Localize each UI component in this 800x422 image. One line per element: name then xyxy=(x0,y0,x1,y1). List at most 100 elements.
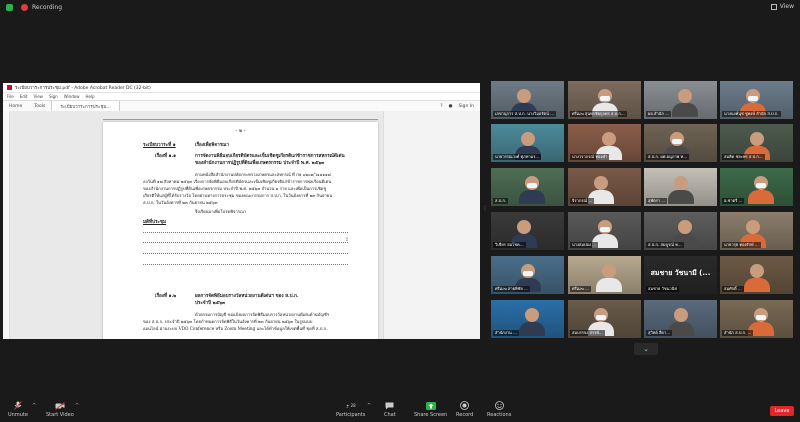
participant-tile[interactable]: นางสมปอง ... xyxy=(568,212,641,250)
participants-caret-icon[interactable]: ^ xyxy=(367,403,371,409)
participant-body xyxy=(748,190,774,204)
menu-view[interactable]: View xyxy=(33,94,43,99)
participant-head xyxy=(678,89,692,103)
gallery-scroll-down-button[interactable]: ⌄ xyxy=(634,343,658,355)
menu-window[interactable]: Window xyxy=(64,94,80,99)
acrobat-menubar: File Edit View Sign Window Help xyxy=(3,93,480,100)
participant-tile[interactable]: ส.ป.ก. สมบูรณ์ ท... xyxy=(644,212,717,250)
participant-head xyxy=(525,308,539,322)
chat-button[interactable]: Chat xyxy=(384,401,396,418)
participant-tile[interactable]: ส.ป.ก. xyxy=(491,168,564,206)
participant-tile[interactable]: ศรีเมฆ สายพิชัย ... xyxy=(491,256,564,294)
participant-head xyxy=(674,176,688,190)
smiley-icon xyxy=(494,401,504,410)
item-1-2: เรื่องที่ ๑.๒ xyxy=(155,294,177,299)
participant-tile[interactable]: อ.ชาตรี ... xyxy=(720,168,793,206)
participant-name-label: สมชาย วัชนวนิช xyxy=(646,286,680,292)
para-2b: ของ ส.ป.ก. ประจำปี ๒๕๖๓ โดยกำหนดการจัดพิ… xyxy=(143,319,313,324)
dotted-line-3 xyxy=(143,253,348,254)
dotted-line-2 xyxy=(143,242,348,243)
start-video-button[interactable]: Start Video xyxy=(46,401,74,418)
participant-name-label: ศรีเมฆ ... xyxy=(570,286,591,292)
participant-name-label: อ.ชาตรี ... xyxy=(722,198,745,204)
left-tool-pane xyxy=(3,111,10,339)
menu-edit[interactable]: Edit xyxy=(20,94,28,99)
participant-tile[interactable]: จิราภรณ์ ... xyxy=(568,168,641,206)
menu-help[interactable]: Help xyxy=(85,94,94,99)
para-1d: เกียรติให้แก่ผู้ที่ได้รับรางวัล โดยผ่านท… xyxy=(143,193,333,198)
participant-tile[interactable]: นางนงค์นุช ชูพงษ์ สำนัก ส.ป.ก. xyxy=(720,81,793,119)
participant-name-label: ศรีเมฆ สายพิชัย ... xyxy=(493,286,530,292)
view-label: View xyxy=(779,3,794,10)
participant-tile[interactable]: นางวราภรณ์ ทองคำ xyxy=(568,124,641,162)
participant-tile[interactable]: ส.ป.ก. ผศ.อนุภาพ ท... xyxy=(644,124,717,162)
participant-tile[interactable]: สมคิด ชยะพร ส.ป.ก... xyxy=(720,124,793,162)
participant-name-label: ส.ป.ก. ผศ.อนุภาพ ท... xyxy=(646,154,690,160)
menu-sign[interactable]: Sign xyxy=(49,94,58,99)
face-mask xyxy=(523,271,533,276)
face-mask xyxy=(756,315,766,320)
collapse-gallery-handle[interactable]: ⋮ xyxy=(482,205,488,212)
participant-tile[interactable]: วิเชียร สมโชค... xyxy=(491,212,564,250)
share-screen-button[interactable]: Share Screen xyxy=(414,401,447,418)
participant-name-label: จิราภรณ์ ... xyxy=(570,198,595,204)
participant-count: 28 xyxy=(350,403,356,408)
participant-name-label: นางวราภรณ์ ทองคำ xyxy=(570,154,610,160)
shield-icon[interactable] xyxy=(6,3,13,11)
signin-button[interactable]: Sign In xyxy=(459,104,474,109)
share-screen-icon xyxy=(425,401,436,410)
participant-tile[interactable]: นายวรุธ ทองรักษ์ ... xyxy=(720,212,793,250)
participant-head xyxy=(750,132,764,146)
tab-document[interactable]: ระเบียบวาระการประชุม... xyxy=(51,101,120,111)
face-mask xyxy=(596,315,606,320)
menu-file[interactable]: File xyxy=(7,94,14,99)
participant-tile[interactable]: สมชาย วัชนามี (... สมชาย วัชนวนิช xyxy=(644,256,717,294)
face-mask xyxy=(527,183,537,188)
right-tool-pane xyxy=(383,111,480,339)
participant-tile[interactable]: สุพัตรา ... xyxy=(644,168,717,206)
participant-name-label: นายวรุธ ทองรักษ์ ... xyxy=(722,242,761,248)
recording-label: Recording xyxy=(32,3,63,11)
face-mask xyxy=(756,183,766,188)
unmute-button[interactable]: Unmute xyxy=(8,401,28,418)
participant-tile[interactable]: สำนัก ส.ป.ก. ... xyxy=(720,300,793,338)
bell-icon[interactable]: ● xyxy=(449,104,453,109)
participant-tile[interactable]: สมบรรจง สรรพ์... xyxy=(568,300,641,338)
agenda-1-topic: เรื่องเพื่อพิจารณา xyxy=(195,143,230,148)
tab-home[interactable]: Home xyxy=(3,104,28,109)
unmute-label: Unmute xyxy=(8,412,28,418)
participant-name-label: สมคิด ชยะพร ส.ป.ก... xyxy=(722,154,765,160)
record-button[interactable]: Record xyxy=(456,401,473,418)
participant-tile[interactable]: สุวิทย์ สีดา... xyxy=(644,300,717,338)
tab-tools[interactable]: Tools xyxy=(28,104,51,109)
para-1c: ของสำนักงานการปฏิรูปที่ดินเพื่อเกษตรกรรม… xyxy=(143,186,327,191)
acrobat-viewer: - ๒ - ระเบียบวาระที่ ๑ เรื่องเพื่อพิจารณ… xyxy=(3,111,480,339)
participant-head xyxy=(521,132,535,146)
leave-button[interactable]: Leave xyxy=(770,406,794,416)
chat-label: Chat xyxy=(384,412,396,418)
participant-tile[interactable]: สำนักงาน ... xyxy=(491,300,564,338)
participant-head xyxy=(602,264,616,278)
participant-tile[interactable]: ศรีเมฆ สุนทรชัยกุลพร ส.ป.ก... xyxy=(568,81,641,119)
participant-name-label: นางนงค์นุช ชูพงษ์ สำนัก ส.ป.ก. xyxy=(722,111,781,117)
acrobat-title: ระเบียบวาระการประชุม.pdf - Adobe Acrobat… xyxy=(15,86,151,91)
participant-name-label: ส.ป.ก. สมบูรณ์ ท... xyxy=(646,242,684,248)
participant-name-label: สมบรรจง สรรพ์... xyxy=(570,330,605,336)
page-divider xyxy=(103,119,378,120)
participants-icon: 28 xyxy=(345,401,356,410)
participant-tile[interactable]: สมศักดิ์ ... xyxy=(720,256,793,294)
participant-head xyxy=(674,308,688,322)
participant-head xyxy=(517,89,531,103)
help-icon[interactable]: ? xyxy=(440,104,442,109)
reactions-button[interactable]: Reactions xyxy=(487,401,511,418)
participant-tile[interactable]: นายวรรณวงศ์ ศุภทามร... xyxy=(491,124,564,162)
participant-tile[interactable]: ผอ.สำนัก ... xyxy=(644,81,717,119)
video-options-caret-icon[interactable]: ^ xyxy=(75,403,79,409)
face-mask xyxy=(748,96,758,101)
participant-tile[interactable]: ศรีเมฆ ... xyxy=(568,256,641,294)
participants-button[interactable]: 28 Participants xyxy=(336,401,365,418)
pdf-page: - ๒ - ระเบียบวาระที่ ๑ เรื่องเพื่อพิจารณ… xyxy=(103,122,378,339)
view-button[interactable]: View xyxy=(770,3,794,10)
participant-tile[interactable]: เลขานุการ ส.ป.ก. นางวิมลรัตน์ ... xyxy=(491,81,564,119)
audio-options-caret-icon[interactable]: ^ xyxy=(32,403,36,409)
